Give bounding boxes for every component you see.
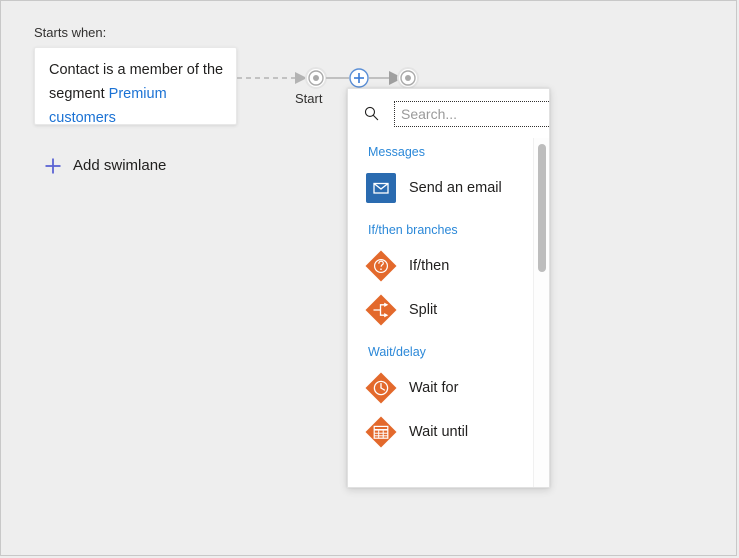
envelope-icon [364,171,398,205]
step-item-ifthen[interactable]: If/then [348,244,538,288]
end-node[interactable] [398,68,418,88]
step-item-label: Send an email [409,178,502,198]
step-item-wait-for[interactable]: Wait for [348,366,538,410]
step-list-scroll-area: Messages Send an email If/then branches [348,138,549,487]
calendar-icon [364,415,398,449]
step-item-label: Split [409,300,437,320]
plus-icon [43,156,63,176]
search-icon [348,99,394,129]
step-list: Messages Send an email If/then branches [348,138,538,454]
scrollbar-thumb[interactable] [538,144,546,272]
group-header-messages: Messages [348,138,538,166]
step-list-scrollbar[interactable] [533,138,549,487]
step-item-split[interactable]: Split [348,288,538,332]
question-circle-icon [364,249,398,283]
trigger-card-text: Contact is a member of the segment Premi… [49,58,226,130]
trigger-card[interactable]: Contact is a member of the segment Premi… [34,47,237,125]
step-item-wait-until[interactable]: Wait until [348,410,538,454]
search-input[interactable] [394,101,550,127]
search-row [348,89,549,138]
add-swimlane-button[interactable]: Add swimlane [43,156,166,176]
add-swimlane-label: Add swimlane [73,156,166,176]
step-item-send-an-email[interactable]: Send an email [348,166,538,210]
step-item-label: Wait for [409,378,458,398]
group-header-ifthen-branches: If/then branches [348,210,538,244]
clock-icon [364,371,398,405]
step-item-label: If/then [409,256,449,276]
step-picker-flyout: Messages Send an email If/then branches [347,88,550,488]
start-node[interactable] [306,68,326,88]
flow-designer-window: Starts when: Contact is a member of the … [0,0,737,556]
start-node-label: Start [295,91,322,106]
split-branch-icon [364,293,398,327]
group-header-wait-delay: Wait/delay [348,332,538,366]
starts-when-label: Starts when: [34,25,106,41]
add-step-button[interactable] [350,69,368,87]
step-item-label: Wait until [409,422,468,442]
